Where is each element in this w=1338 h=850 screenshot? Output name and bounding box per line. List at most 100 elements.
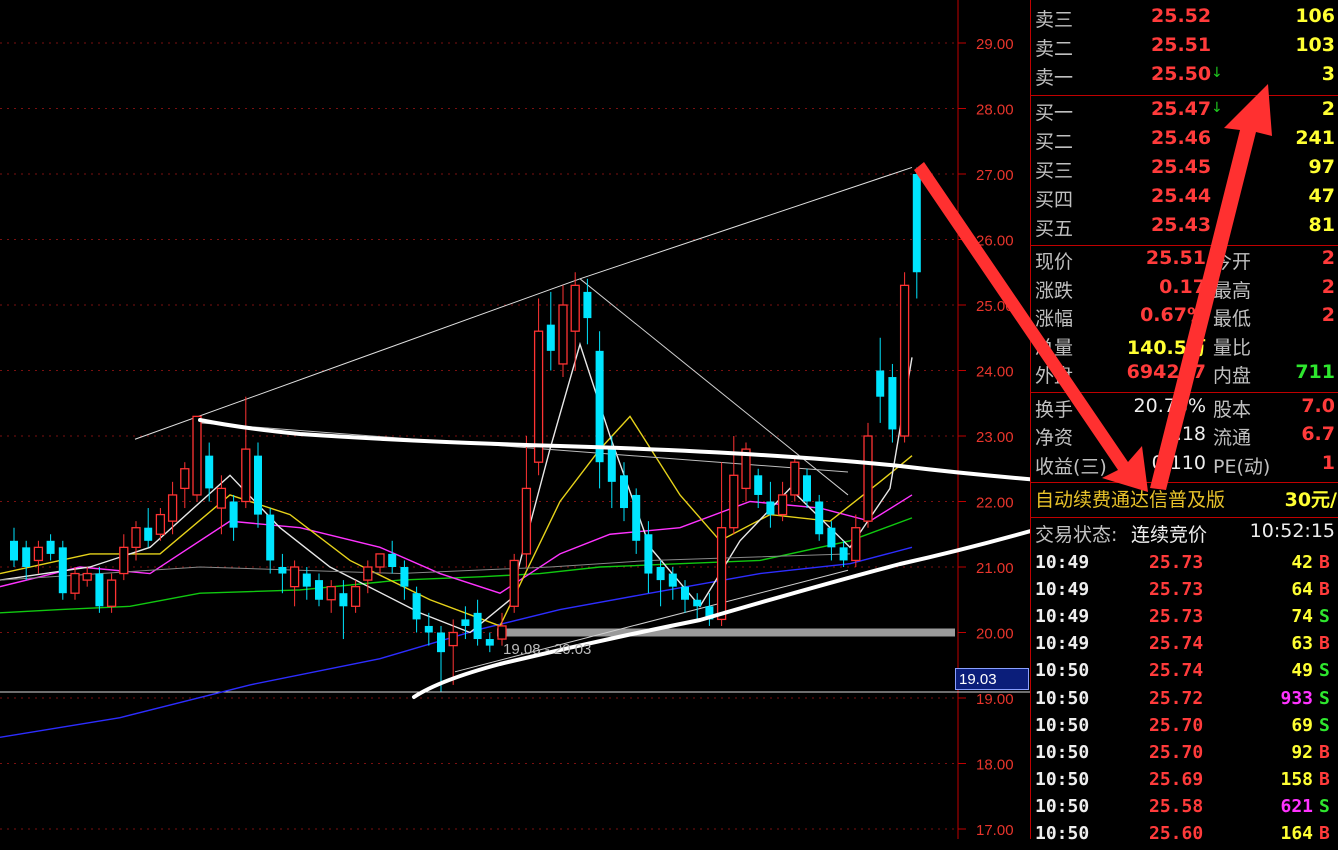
quote-row: 涨幅 0.67% 最低 2 — [1031, 304, 1338, 332]
separator — [1031, 95, 1338, 96]
quote-value: 140.5万 — [1126, 336, 1206, 359]
trade-time: 10:50 — [1035, 795, 1090, 817]
trade-volume: 164 — [1280, 823, 1313, 844]
bids-price: 25.44 — [1151, 185, 1212, 207]
quote-value: 0.67% — [1140, 304, 1206, 326]
candle-body — [546, 324, 555, 351]
fundamentals-value: 20.78% — [1133, 394, 1206, 417]
bids-label: 买二 — [1035, 131, 1074, 153]
trade-price: 25.72 — [1149, 687, 1204, 709]
candle-body — [620, 475, 628, 509]
fundamentals-row: 收益(三) 0.110 PE(动) 1 — [1031, 452, 1338, 480]
bids-row[interactable]: 买一 25.47 ↓ 2 — [1031, 98, 1338, 126]
trendline-mid — [199, 422, 849, 473]
candle-body — [424, 625, 433, 633]
candle-body — [839, 547, 848, 561]
candlestick-chart[interactable]: 29.00 28.00 27.00 26.00 25.00 24.00 23.00 22.00… — [0, 0, 1030, 839]
trade-row: 10:49 25.74 63 B — [1031, 633, 1338, 660]
bids-label: 买五 — [1035, 218, 1074, 240]
trade-time: 10:49 — [1035, 552, 1090, 573]
quote-label-2: 最高 — [1213, 279, 1252, 302]
candle-body — [46, 540, 55, 554]
trade-row: 10:50 25.58 621 S — [1031, 796, 1338, 823]
asks-row[interactable]: 卖二 25.51 103 — [1031, 34, 1338, 62]
candle-body — [448, 631, 458, 647]
bids-row[interactable]: 买五 25.43 81 — [1031, 214, 1338, 242]
axis-tick-label: 19.00 — [976, 691, 1014, 708]
bids-row[interactable]: 买二 25.46 241 — [1031, 127, 1338, 155]
candle-body — [266, 514, 275, 561]
separator — [1031, 482, 1338, 483]
bids-row[interactable]: 买三 25.45 97 — [1031, 156, 1338, 184]
candle-body — [144, 527, 153, 541]
quote-panel: 卖三 25.52 106 卖二 25.51 103 卖一 25.50 ↓ 3 买一 25.47 ↓ 2 买二… — [1030, 0, 1338, 844]
candle-body — [521, 487, 532, 555]
candle-body — [485, 639, 494, 646]
asks-volume: 3 — [1321, 63, 1335, 85]
trade-price: 25.74 — [1149, 660, 1204, 682]
axis-tick-label: 18.00 — [976, 757, 1014, 774]
promo-banner[interactable]: 自动续费通达信普及版 30元/ — [1031, 485, 1338, 513]
trendline-upper-2 — [579, 166, 913, 280]
bids-volume: 81 — [1308, 214, 1335, 236]
trade-volume: 92 — [1291, 741, 1313, 763]
candle-body — [668, 573, 677, 587]
axis-tick-label: 21.00 — [976, 560, 1014, 577]
bids-price: 25.45 — [1151, 156, 1212, 178]
candle-body — [473, 612, 482, 640]
bids-volume: 2 — [1321, 98, 1335, 120]
trade-time: 10:50 — [1035, 687, 1090, 709]
bids-volume: 241 — [1295, 127, 1335, 149]
trade-status: 交易状态: 连续竞价 10:52:15 — [1031, 520, 1338, 548]
fundamentals-row: 净资 5.18 流通 6.7 — [1031, 423, 1338, 451]
trade-side: S — [1319, 660, 1330, 682]
candle-body — [10, 540, 18, 561]
candle-body — [205, 455, 214, 489]
candle-body — [350, 586, 361, 607]
trade-volume: 63 — [1291, 633, 1313, 655]
asks-row[interactable]: 卖三 25.52 106 — [1031, 5, 1338, 33]
down-arrow-icon: ↓ — [1211, 100, 1223, 116]
quote-value: 25.51 — [1145, 247, 1206, 269]
asks-row[interactable]: 卖一 25.50 ↓ 3 — [1031, 63, 1338, 91]
trade-row: 10:50 25.70 92 B — [1031, 742, 1338, 769]
candle-body — [155, 513, 166, 535]
asks-label: 卖一 — [1035, 67, 1074, 89]
candle-body — [326, 586, 336, 601]
candle-body — [790, 461, 800, 496]
candle-body — [899, 284, 910, 437]
axis-tick-label: 22.00 — [976, 495, 1014, 512]
trade-time: 10:49 — [1035, 633, 1090, 655]
candle-body — [607, 449, 616, 482]
candle-body — [693, 599, 702, 607]
trade-row: 10:50 25.70 69 S — [1031, 715, 1338, 742]
bids-row[interactable]: 买四 25.44 47 — [1031, 185, 1338, 213]
candle-body — [216, 487, 227, 509]
candle-body — [461, 619, 470, 626]
trade-side: S — [1319, 606, 1330, 628]
fundamentals-value-2: 6.7 — [1301, 423, 1335, 445]
candle-body — [33, 546, 44, 562]
fundamentals-value-2: 7.0 — [1301, 394, 1335, 417]
candle-body — [716, 527, 727, 621]
trade-side: B — [1319, 741, 1330, 763]
bids-price: 25.43 — [1151, 214, 1212, 236]
trade-side: B — [1319, 768, 1330, 790]
separator — [1031, 517, 1338, 518]
trade-volume: 74 — [1291, 606, 1313, 628]
trade-price: 25.70 — [1149, 741, 1204, 763]
bids-label: 买一 — [1035, 102, 1074, 124]
axis-tick-label: 26.00 — [976, 233, 1014, 250]
bids-label: 买四 — [1035, 189, 1074, 211]
candle-body — [229, 501, 238, 528]
bids-label: 买三 — [1035, 160, 1074, 182]
trade-row: 10:49 25.73 74 S — [1031, 606, 1338, 633]
candle-body — [876, 370, 885, 397]
trade-volume: 621 — [1280, 795, 1313, 817]
trade-time: 10:49 — [1035, 606, 1090, 628]
trade-volume: 69 — [1291, 714, 1313, 736]
trade-price: 25.60 — [1149, 823, 1204, 844]
trade-price: 25.74 — [1149, 633, 1204, 655]
fundamentals-row: 换手 20.78% 股本 7.0 — [1031, 395, 1338, 423]
quote-value-2: 2 — [1321, 275, 1335, 298]
